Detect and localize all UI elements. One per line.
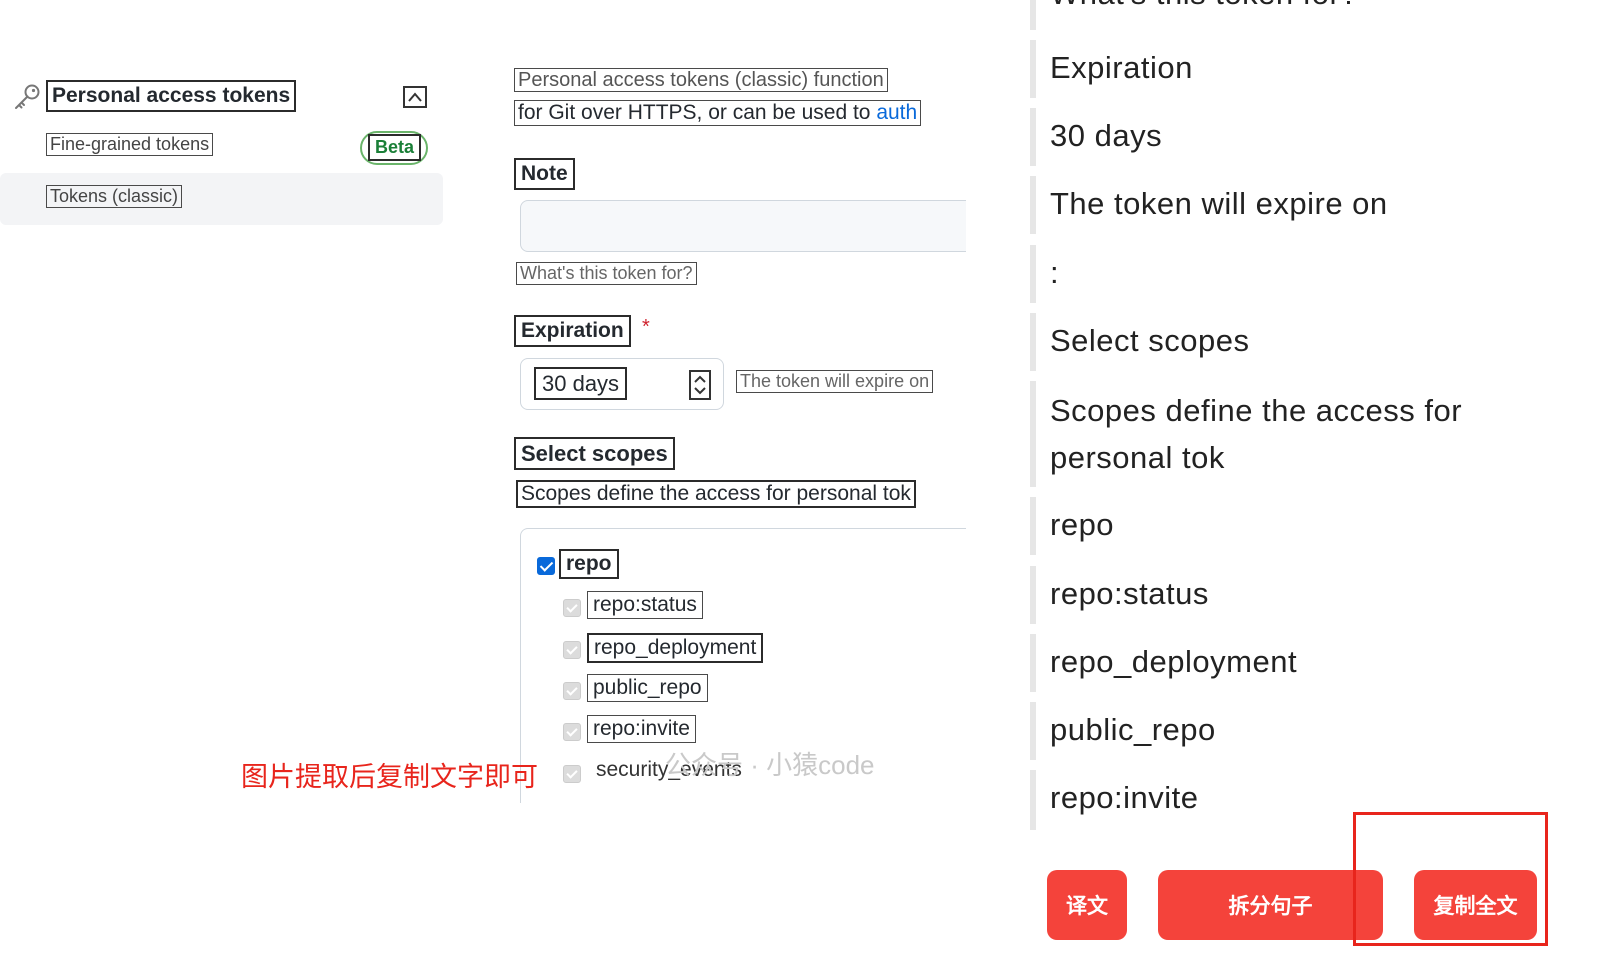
scope-label-repo-invite: repo:invite <box>587 715 696 744</box>
extracted-line: repo_deployment <box>1030 634 1570 692</box>
annotation-text: 图片提取后复制文字即可 <box>241 762 538 792</box>
form-description-line1: Personal access tokens (classic) functio… <box>514 68 888 92</box>
extracted-line: : <box>1030 245 1570 303</box>
sidebar-item-tokens-classic-label: Tokens (classic) <box>46 185 183 208</box>
note-input[interactable] <box>520 200 966 252</box>
collapse-icon[interactable] <box>403 86 427 108</box>
scope-label-repo-status: repo:status <box>587 591 703 620</box>
beta-badge-label: Beta <box>368 134 422 161</box>
scope-checkbox-repo-deployment[interactable] <box>563 641 581 659</box>
extracted-line: The token will expire on <box>1030 176 1570 234</box>
extracted-line: What's this token for? <box>1030 0 1570 30</box>
extracted-line: 30 days <box>1030 108 1570 166</box>
sidebar-title: Personal access tokens <box>46 80 297 113</box>
extracted-line: Select scopes <box>1030 313 1570 371</box>
scope-label-repo: repo <box>559 549 619 580</box>
scope-label-public-repo: public_repo <box>587 674 708 703</box>
form-description-text: for Git over HTTPS, or can be used to <box>518 101 877 124</box>
scope-checkbox-repo-status[interactable] <box>563 599 581 617</box>
expiration-value: 30 days <box>534 367 628 401</box>
watermark: 公众号 · 小猿code <box>665 750 875 780</box>
extracted-line: public_repo <box>1030 702 1570 760</box>
expire-on-text: The token will expire on <box>736 370 934 393</box>
auth-link[interactable]: auth <box>876 101 917 124</box>
beta-badge: Beta <box>360 131 428 165</box>
extracted-line: Expiration <box>1030 40 1570 98</box>
form-description-line2: for Git over HTTPS, or can be used to au… <box>514 100 922 127</box>
required-mark: * <box>642 316 650 338</box>
split-sentences-button[interactable]: 拆分句子 <box>1158 870 1383 940</box>
sidebar-item-fine-grained[interactable]: Fine-grained tokens <box>46 133 214 156</box>
scope-label-repo-deployment: repo_deployment <box>587 633 764 664</box>
scopes-description: Scopes define the access for personal to… <box>516 480 916 509</box>
scope-checkbox-security-events[interactable] <box>563 765 581 783</box>
extracted-line: repo <box>1030 497 1570 555</box>
extracted-line: repo:status <box>1030 566 1570 624</box>
key-icon <box>15 84 40 109</box>
highlight-annotation-box <box>1353 812 1548 946</box>
note-label: Note <box>514 158 575 191</box>
extracted-line: Scopes define the access for personal to… <box>1030 381 1570 487</box>
scope-checkbox-public-repo[interactable] <box>563 682 581 700</box>
translate-button[interactable]: 译文 <box>1047 870 1127 940</box>
expiration-label: Expiration <box>514 315 631 348</box>
select-arrows-icon <box>689 370 711 400</box>
select-scopes-label: Select scopes <box>514 437 675 471</box>
scope-checkbox-repo[interactable] <box>537 557 555 575</box>
token-form: Personal access tokens (classic) functio… <box>512 68 966 803</box>
note-placeholder: What's this token for? <box>516 262 697 285</box>
scope-checkbox-repo-invite[interactable] <box>563 723 581 741</box>
extracted-text-panel: What's this token for? Expiration 30 day… <box>1030 0 1604 830</box>
